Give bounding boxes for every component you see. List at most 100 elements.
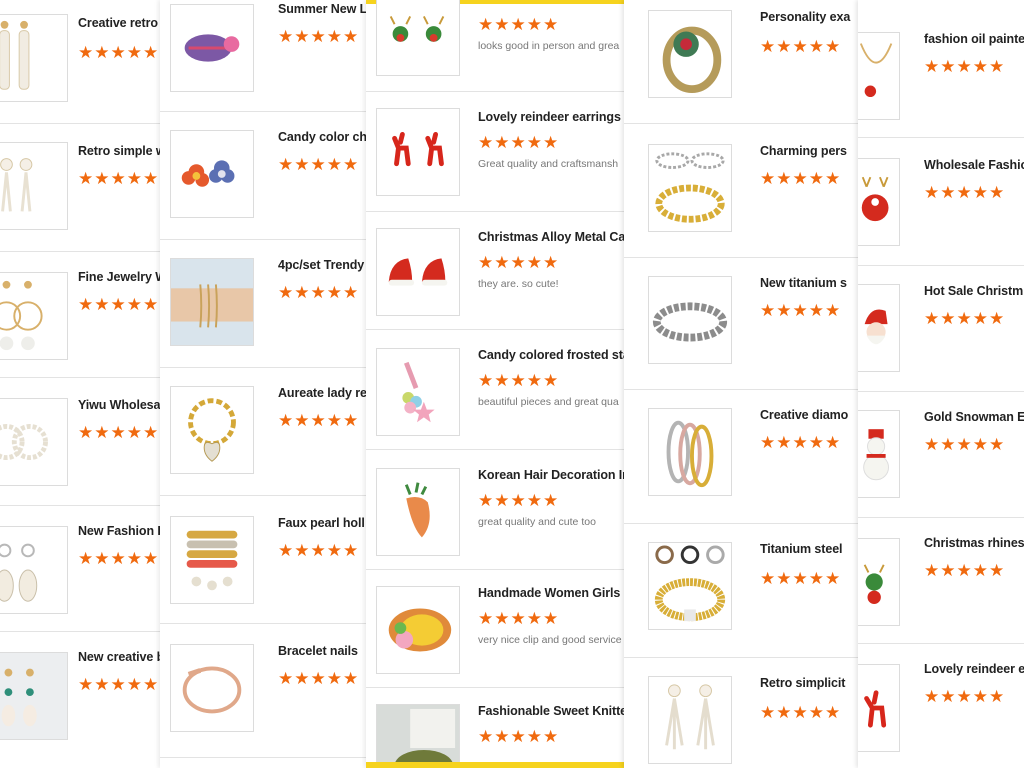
- nail-bangle-icon[interactable]: [170, 644, 254, 732]
- product-title[interactable]: Titanium steel: [760, 542, 858, 556]
- product-card[interactable]: New titanium s ★★★★★: [624, 258, 858, 390]
- product-card[interactable]: Creative diamo ★★★★★: [624, 390, 858, 524]
- flower-hair-clips-icon[interactable]: [170, 130, 254, 218]
- product-card[interactable]: Retro simplicit ★★★★★: [624, 658, 858, 768]
- santa-brooch-icon[interactable]: [858, 284, 900, 372]
- product-title[interactable]: Wholesale Fashio: [924, 158, 1024, 172]
- rating-stars: ★★★★★: [278, 155, 360, 174]
- tri-color-bangles-icon[interactable]: [648, 408, 732, 496]
- product-title[interactable]: Summer New L: [278, 2, 374, 16]
- bracelet-set-on-wrist-icon[interactable]: [170, 258, 254, 346]
- gold-silver-chain-bracelets-icon[interactable]: [648, 144, 732, 232]
- rating-stars: ★★★★★: [78, 675, 160, 694]
- mesh-bracelets-icon[interactable]: [648, 542, 732, 630]
- product-title[interactable]: Aureate lady re: [278, 386, 374, 400]
- product-title[interactable]: Creative retro: [78, 16, 170, 30]
- product-title[interactable]: Faux pearl holl: [278, 516, 374, 530]
- product-title[interactable]: Christmas rhines: [924, 536, 1024, 550]
- product-card[interactable]: Lovely reindeer earrings fo ★★★★★ Great …: [366, 92, 624, 212]
- product-card[interactable]: Aureate lady re ★★★★★: [160, 368, 374, 496]
- product-title[interactable]: Handmade Women Girls S: [478, 586, 624, 600]
- product-card[interactable]: New creative b ★★★★★: [0, 632, 170, 768]
- reindeer-stud-earrings-icon[interactable]: [376, 0, 460, 76]
- product-card[interactable]: Titanium steel ★★★★★: [624, 524, 858, 658]
- product-card[interactable]: Faux pearl holl ★★★★★: [160, 496, 374, 624]
- product-card[interactable]: Retro simple w ★★★★★: [0, 124, 170, 252]
- pearl-hoop-earrings-icon[interactable]: [0, 272, 68, 360]
- product-card[interactable]: Lovely reindeer e ★★★★★: [858, 644, 1024, 768]
- product-title[interactable]: Christmas Alloy Metal Car: [478, 230, 624, 244]
- product-card[interactable]: Summer New L ★★★★★: [160, 0, 374, 112]
- product-card[interactable]: New Fashion E ★★★★★: [0, 506, 170, 632]
- rating-stars: ★★★★★: [478, 133, 560, 152]
- pendant-necklace-icon[interactable]: [858, 32, 900, 120]
- product-card[interactable]: Bracelet nails ★★★★★: [160, 624, 374, 758]
- knitted-hair-clip-icon[interactable]: [170, 4, 254, 92]
- pearl-tassel-earrings-icon[interactable]: [648, 676, 732, 764]
- star-hair-clip-icon[interactable]: [376, 348, 460, 436]
- product-title[interactable]: Lovely reindeer e: [924, 662, 1024, 676]
- red-reindeer-earrings-icon[interactable]: [376, 108, 460, 196]
- product-title[interactable]: Retro simple w: [78, 144, 170, 158]
- product-card[interactable]: Hot Sale Christm ★★★★★: [858, 266, 1024, 392]
- product-title[interactable]: Charming pers: [760, 144, 858, 158]
- product-title[interactable]: Lovely reindeer earrings fo: [478, 110, 624, 124]
- product-title[interactable]: New titanium s: [760, 276, 858, 290]
- product-card[interactable]: Handmade Women Girls S ★★★★★ very nice c…: [366, 570, 624, 688]
- bangle-stack-icon[interactable]: [170, 516, 254, 604]
- product-card[interactable]: Christmas rhines ★★★★★: [858, 518, 1024, 644]
- product-card[interactable]: Yiwu Wholesa ★★★★★: [0, 378, 170, 506]
- rating-stars: ★★★★★: [760, 703, 842, 722]
- product-card[interactable]: Charming pers ★★★★★: [624, 124, 858, 258]
- pearl-tassel-earrings-icon[interactable]: [0, 142, 68, 230]
- product-title[interactable]: Fine Jewelry W: [78, 270, 170, 284]
- reindeer-rhinestone-earring-icon[interactable]: [858, 538, 900, 626]
- shell-earrings-icon[interactable]: [0, 526, 68, 614]
- product-card[interactable]: Candy color ch ★★★★★: [160, 112, 374, 240]
- product-title[interactable]: Candy colored frosted star: [478, 348, 624, 362]
- product-card[interactable]: Fashionable Sweet Knitted ★★★★★: [366, 688, 624, 768]
- product-title[interactable]: Fashionable Sweet Knitted: [478, 704, 624, 718]
- reindeer-brooch-icon[interactable]: [858, 158, 900, 246]
- red-reindeer-earring-icon[interactable]: [858, 664, 900, 752]
- product-title[interactable]: 4pc/set Trendy: [278, 258, 374, 272]
- product-card[interactable]: Candy colored frosted star ★★★★★ beautif…: [366, 330, 624, 450]
- product-title[interactable]: Retro simplicit: [760, 676, 858, 690]
- product-title[interactable]: Personality exa: [760, 10, 858, 24]
- jeweled-cuff-bracelet-icon[interactable]: [648, 10, 732, 98]
- pearl-ring-earrings-icon[interactable]: [0, 398, 68, 486]
- product-title[interactable]: Yiwu Wholesa: [78, 398, 170, 412]
- product-card[interactable]: 4pc/set Trendy ★★★★★: [160, 240, 374, 368]
- product-card[interactable]: Korean Hair Decoration Im ★★★★★ great qu…: [366, 450, 624, 570]
- product-title[interactable]: Hot Sale Christm: [924, 284, 1024, 298]
- product-card[interactable]: Creative retro ★★★★★: [0, 0, 170, 124]
- product-title[interactable]: New Fashion E: [78, 524, 170, 538]
- gold-heart-chain-bracelet-icon[interactable]: [170, 386, 254, 474]
- product-card[interactable]: Fine Jewelry W ★★★★★: [0, 252, 170, 378]
- product-card[interactable]: ★★★★★ looks good in person and grea: [366, 0, 624, 92]
- santa-hat-earrings-icon[interactable]: [376, 228, 460, 316]
- product-card[interactable]: fashion oil painte ★★★★★: [858, 10, 1024, 138]
- pineapple-hair-clip-icon[interactable]: [376, 586, 460, 674]
- review-text: beautiful pieces and great qua: [478, 396, 619, 408]
- product-card[interactable]: Gold Snowman E ★★★★★: [858, 392, 1024, 518]
- review-text: Great quality and craftsmansh: [478, 158, 619, 170]
- product-title[interactable]: Korean Hair Decoration Im: [478, 468, 624, 482]
- product-title[interactable]: Creative diamo: [760, 408, 858, 422]
- pearl-drop-earrings-icon[interactable]: [0, 14, 68, 102]
- rating-stars: ★★★★★: [478, 491, 560, 510]
- rating-stars: ★★★★★: [924, 561, 1006, 580]
- snowman-brooch-icon[interactable]: [858, 410, 900, 498]
- product-card[interactable]: Personality exa ★★★★★: [624, 0, 858, 124]
- carrot-hair-clip-icon[interactable]: [376, 468, 460, 556]
- product-title[interactable]: New creative b: [78, 650, 170, 664]
- product-title[interactable]: fashion oil painte: [924, 32, 1024, 46]
- product-card[interactable]: Christmas Alloy Metal Car ★★★★★ they are…: [366, 212, 624, 330]
- silver-chain-bracelet-icon[interactable]: [648, 276, 732, 364]
- product-title[interactable]: Bracelet nails: [278, 644, 374, 658]
- product-title[interactable]: Gold Snowman E: [924, 410, 1024, 424]
- bead-drop-earrings-icon[interactable]: [0, 652, 68, 740]
- product-title[interactable]: Candy color ch: [278, 130, 374, 144]
- product-card[interactable]: Wholesale Fashio ★★★★★: [858, 138, 1024, 266]
- knitted-headband-icon[interactable]: [376, 704, 460, 768]
